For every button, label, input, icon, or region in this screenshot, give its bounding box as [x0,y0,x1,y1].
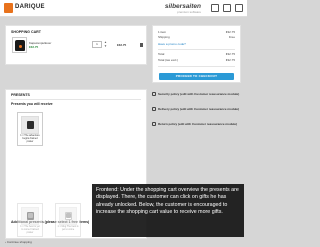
received-heading: Presents you will receive [11,102,53,106]
shipping-label: Shipping [158,35,170,39]
total-label: Total [158,52,165,56]
delivery-policy-text: Delivery policy (edit with Customer reas… [158,107,240,111]
logo-icon[interactable] [4,3,13,13]
lock-icon [28,213,33,218]
cart-title: SHOPPING CART [11,30,41,34]
cart-icon[interactable] [223,4,231,12]
promo-code-link[interactable]: Have a promo code? [158,42,186,46]
shipping-value: Free [228,35,235,39]
continue-shopping-link[interactable]: ‹ Continue shopping [5,240,32,244]
product-thumbnail[interactable] [12,37,27,53]
locked-gift-card[interactable]: 1 × Mug The best is yet to come [55,203,81,237]
poster-image [21,116,39,134]
lock-icon [66,213,71,218]
subtotal-value: €32.75 [225,30,235,34]
security-policy: Security policy (edit with Customer reas… [152,92,240,97]
cart-summary: 1 item €32.75 Shipping Free Have a promo… [152,25,241,83]
return-icon [152,122,156,127]
shield-icon [152,92,156,97]
gift-label: 1 × Mug The best is yet to come [57,225,79,231]
return-policy: Return policy (edit with Customer reassu… [152,122,238,127]
top-bar: DARIQUE silbersaiten premium software [0,0,247,17]
divider [11,99,141,100]
locked-gift-card[interactable]: 1 × The best is yet to come Framed poste… [17,203,43,237]
subtotal-label: 1 item [158,30,167,34]
product-image [15,40,25,51]
brand-tagline: premium software [177,10,201,14]
total-tax-label: Total (tax excl.) [158,58,179,62]
total-tax-value: €32.75 [225,58,235,62]
search-icon[interactable] [235,4,243,12]
divider [158,66,235,67]
return-policy-text: Return policy (edit with Customer reassu… [158,122,238,126]
truck-icon [152,107,156,112]
received-gift-card[interactable]: 1 × The adventure begins framed poster [17,112,43,146]
divider [158,49,235,50]
security-policy-text: Security policy (edit with Customer reas… [158,92,240,96]
caption-overlay: Frontend: Under the shopping cart overvi… [92,184,244,237]
quantity-stepper[interactable]: ▲ ▼ [104,40,107,48]
logo-text[interactable]: DARIQUE [15,4,45,10]
quantity-input[interactable]: 1 [92,41,102,48]
delivery-policy: Delivery policy (edit with Customer reas… [152,107,240,112]
product-price: €32.75 [29,45,39,49]
gift-label: 1 × The best is yet to come Framed poste… [20,225,40,234]
line-total: €32.75 [117,43,127,47]
trash-icon[interactable] [140,43,143,47]
user-icon[interactable] [211,4,219,12]
shopping-cart-panel: SHOPPING CART Kapuzenpullover €32.75 1 ▲… [5,25,147,65]
brand-name: silbersaiten [164,3,201,10]
gift-label: 1 × The adventure begins framed poster [20,134,40,143]
presents-title: PRESENTS [11,93,30,97]
checkout-button[interactable]: PROCEED TO CHECKOUT [159,73,234,80]
total-value: €32.75 [225,52,235,56]
